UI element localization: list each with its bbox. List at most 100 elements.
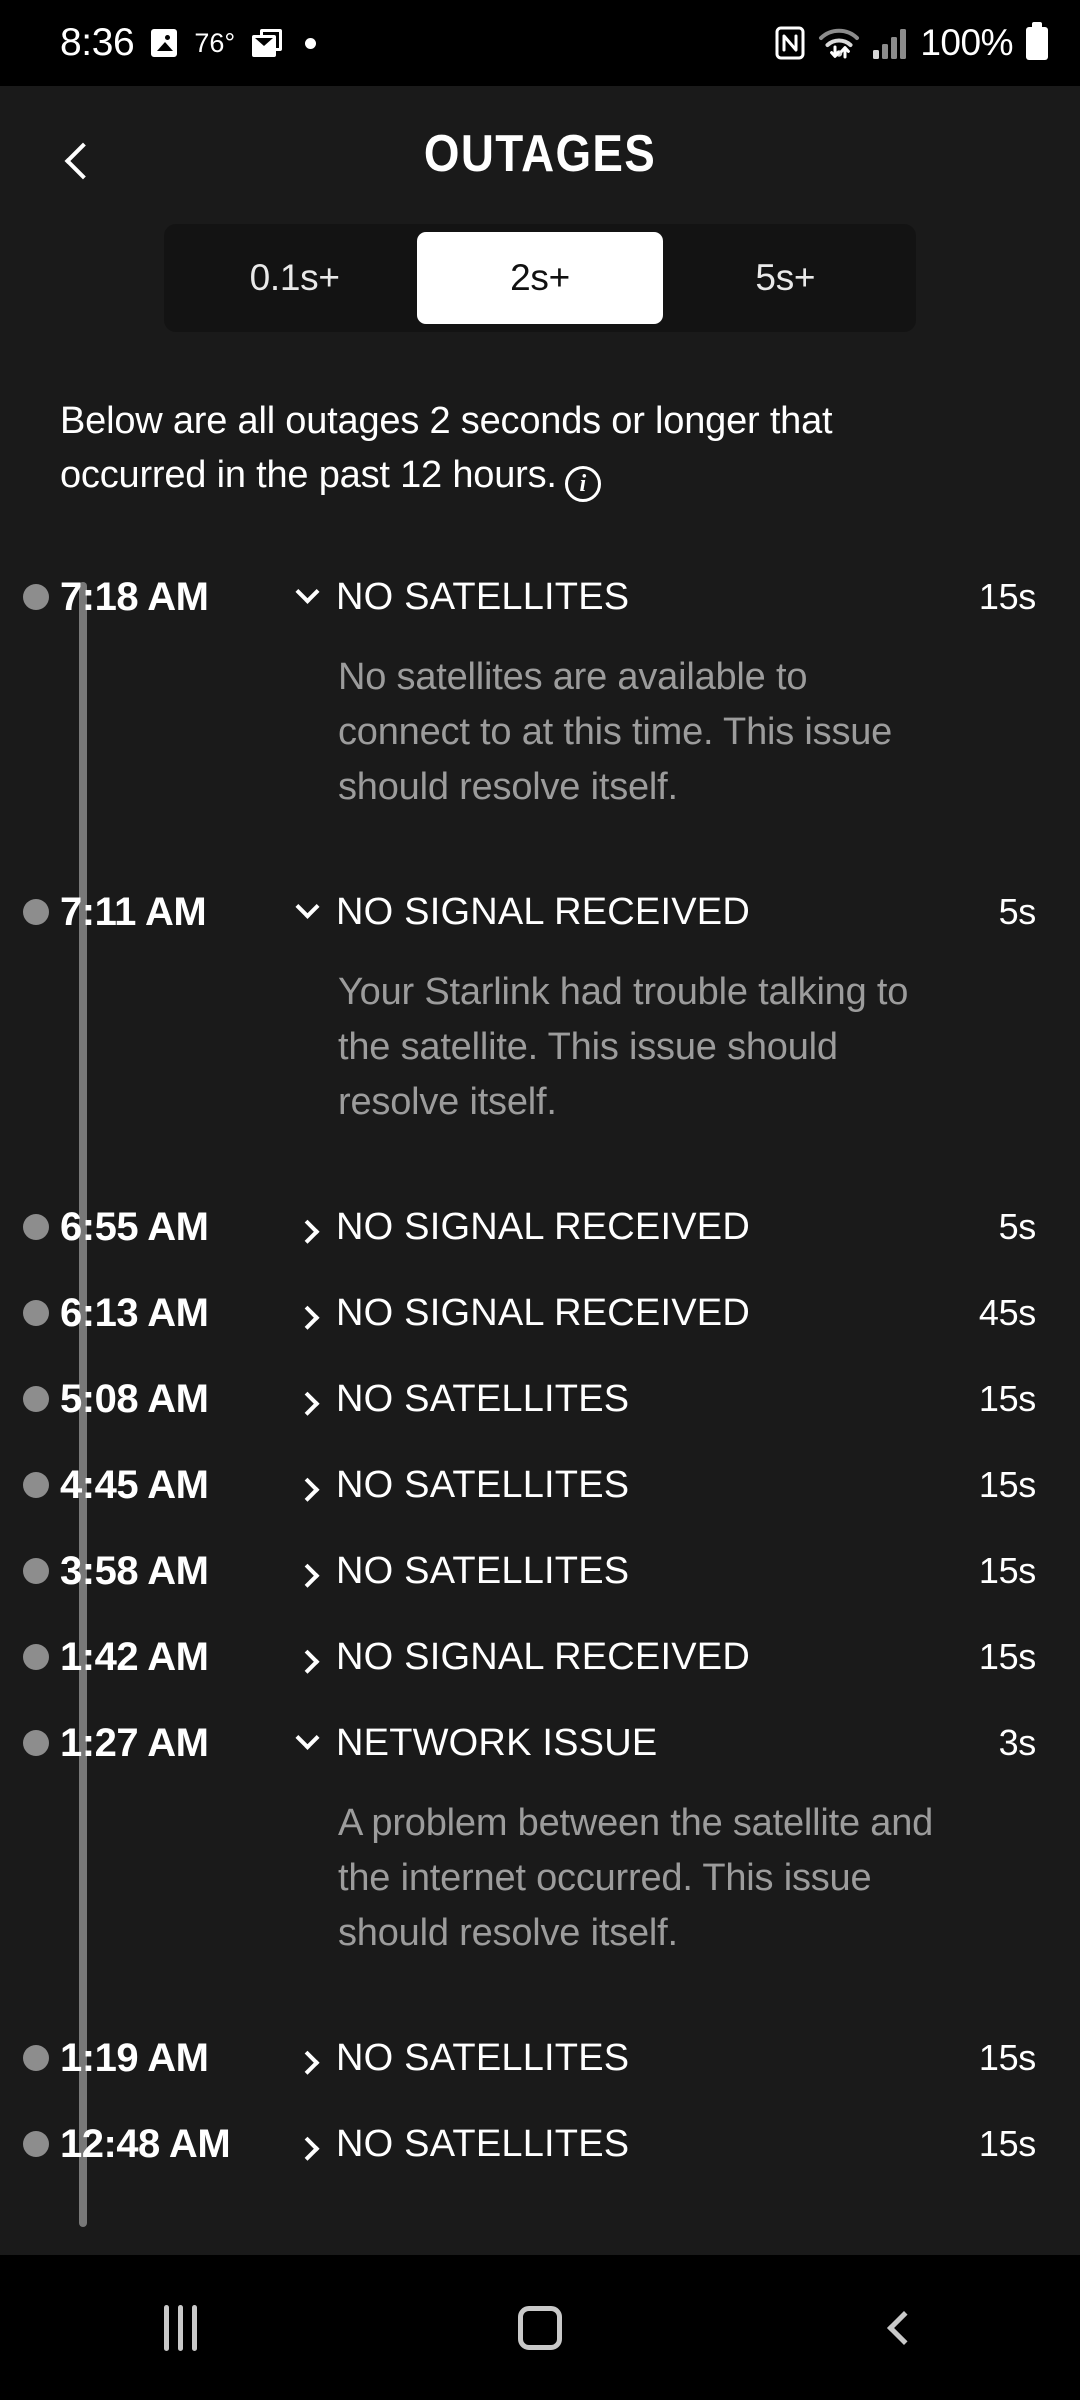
status-bar-left: 8:36 76°	[60, 21, 317, 65]
outage-time: 6:55 AM	[60, 1204, 209, 1249]
expand-toggle[interactable]	[278, 1305, 336, 1330]
chevron-right-icon	[294, 1305, 320, 1330]
expand-toggle[interactable]	[278, 1563, 336, 1588]
outage-duration: 15s	[978, 1464, 1036, 1505]
timeline-dot	[23, 899, 49, 925]
nav-back-button[interactable]	[825, 2255, 975, 2400]
chevron-right-icon	[294, 1391, 320, 1416]
outage-row-header[interactable]: 3:58 AM NO SATELLITES 15s	[23, 1528, 1036, 1614]
row-spacer	[0, 1985, 1080, 2015]
outage-row[interactable]: 7:11 AM NO SIGNAL RECEIVED 5s Your Starlink…	[0, 869, 1080, 1130]
status-bar: 8:36 76° 100%	[0, 0, 1080, 86]
expand-toggle[interactable]	[278, 894, 336, 921]
filter-bar: 0.1s+ 2s+ 5s+	[0, 224, 1080, 332]
outage-type: NO SIGNAL RECEIVED	[336, 1291, 750, 1334]
outage-duration: 15s	[978, 1636, 1036, 1677]
outage-row[interactable]: 4:45 AM NO SATELLITES 15s	[0, 1442, 1080, 1528]
expand-toggle[interactable]	[278, 579, 336, 606]
filter-option-0.1s[interactable]: 0.1s+	[172, 232, 417, 324]
outage-row[interactable]: 6:13 AM NO SIGNAL RECEIVED 45s	[0, 1270, 1080, 1356]
outage-time: 1:42 AM	[60, 1634, 209, 1679]
expand-toggle[interactable]	[278, 1391, 336, 1416]
row-spacer	[0, 1154, 1080, 1184]
nfc-icon	[775, 26, 805, 60]
expand-toggle[interactable]	[278, 2136, 336, 2161]
outage-row[interactable]: 12:48 AM NO SATELLITES 15s	[0, 2101, 1080, 2187]
timeline-dot	[23, 1386, 49, 1412]
outage-row[interactable]: 1:19 AM NO SATELLITES 15s	[0, 2015, 1080, 2101]
chevron-down-icon	[294, 579, 320, 604]
outage-duration: 15s	[978, 1550, 1036, 1591]
outage-time: 12:48 AM	[60, 2121, 231, 2166]
outage-row-header[interactable]: 6:13 AM NO SIGNAL RECEIVED 45s	[23, 1270, 1036, 1356]
outage-type: NETWORK ISSUE	[336, 1721, 658, 1764]
status-bar-right: 100%	[775, 21, 1048, 64]
timeline-dot	[23, 1558, 49, 1584]
timeline-dot	[23, 2045, 49, 2071]
expand-toggle[interactable]	[278, 1219, 336, 1244]
status-clock: 8:36	[60, 21, 135, 64]
outage-row-header[interactable]: 1:19 AM NO SATELLITES 15s	[23, 2015, 1036, 2101]
chevron-right-icon	[294, 2050, 320, 2075]
row-spacer	[0, 839, 1080, 869]
outage-time: 3:58 AM	[60, 1548, 209, 1593]
outage-row[interactable]: 1:27 AM NETWORK ISSUE 3s A problem between …	[0, 1700, 1080, 1961]
outage-time: 4:45 AM	[60, 1462, 209, 1507]
outage-detail: Your Starlink had trouble talking to the…	[338, 971, 909, 1123]
outage-type: NO SIGNAL RECEIVED	[336, 1205, 750, 1248]
outage-duration: 5s	[998, 891, 1037, 932]
expand-toggle[interactable]	[278, 1725, 336, 1752]
outage-row[interactable]: 3:58 AM NO SATELLITES 15s	[0, 1528, 1080, 1614]
outage-time: 1:27 AM	[60, 1720, 209, 1765]
outage-row-header[interactable]: 1:27 AM NETWORK ISSUE 3s	[23, 1700, 1036, 1786]
outage-row[interactable]: 5:08 AM NO SATELLITES 15s	[0, 1356, 1080, 1442]
outage-time: 1:19 AM	[60, 2035, 209, 2080]
outage-type: NO SATELLITES	[336, 2036, 630, 2079]
home-button[interactable]	[465, 2255, 615, 2400]
outage-duration: 5s	[998, 1206, 1037, 1247]
outage-row-header[interactable]: 7:11 AM NO SIGNAL RECEIVED 5s	[23, 869, 1037, 955]
timeline-dot	[23, 1214, 49, 1240]
outage-duration: 15s	[978, 1378, 1036, 1419]
outage-row-header[interactable]: 5:08 AM NO SATELLITES 15s	[23, 1356, 1036, 1442]
outage-list: 7:18 AM NO SATELLITES 15s No satellites are…	[0, 554, 1080, 2227]
expand-toggle[interactable]	[278, 1477, 336, 1502]
chevron-right-icon	[294, 1219, 320, 1244]
outage-row-header[interactable]: 12:48 AM NO SATELLITES 15s	[23, 2101, 1036, 2187]
phone-screen: 8:36 76° 100% OUTAGES 0.1s+ 2s+ 5s+ Belo…	[0, 0, 1080, 2400]
outage-row-header[interactable]: 4:45 AM NO SATELLITES 15s	[23, 1442, 1036, 1528]
outage-detail: A problem between the satellite and the …	[338, 1802, 934, 1954]
recents-icon	[163, 2304, 197, 2351]
outage-row-header[interactable]: 1:42 AM NO SIGNAL RECEIVED 15s	[23, 1614, 1036, 1700]
back-icon	[886, 2310, 921, 2345]
outage-row[interactable]: 7:18 AM NO SATELLITES 15s No satellites are…	[0, 554, 1080, 815]
outage-detail: No satellites are available to connect t…	[338, 656, 893, 808]
timeline-dot	[23, 2131, 49, 2157]
expand-toggle[interactable]	[278, 2050, 336, 2075]
filter-option-5s[interactable]: 5s+	[663, 232, 908, 324]
duration-filter-segmented-control[interactable]: 0.1s+ 2s+ 5s+	[164, 224, 916, 332]
status-temperature: 76°	[194, 27, 236, 58]
expand-toggle[interactable]	[278, 1649, 336, 1674]
outage-time: 7:11 AM	[60, 889, 207, 934]
timeline-dot	[23, 584, 49, 610]
recents-button[interactable]	[105, 2255, 255, 2400]
outage-row[interactable]: 6:55 AM NO SIGNAL RECEIVED 5s	[0, 1184, 1080, 1270]
system-navigation-bar	[0, 2255, 1080, 2400]
timeline-dot	[23, 1730, 49, 1756]
outage-type: NO SATELLITES	[336, 2122, 630, 2165]
outage-time: 5:08 AM	[60, 1376, 209, 1421]
filter-option-2s[interactable]: 2s+	[417, 232, 663, 324]
chevron-down-icon	[294, 894, 320, 919]
battery-icon	[1026, 21, 1048, 60]
outage-duration: 45s	[978, 1292, 1036, 1333]
app-bar: OUTAGES	[0, 86, 1080, 216]
outage-type: NO SIGNAL RECEIVED	[336, 1635, 750, 1678]
outage-row-header[interactable]: 7:18 AM NO SATELLITES 15s	[23, 554, 1036, 640]
info-icon[interactable]: i	[564, 466, 601, 502]
description-text: Below are all outages 2 seconds or longe…	[60, 394, 890, 502]
outage-row[interactable]: 1:42 AM NO SIGNAL RECEIVED 15s	[0, 1614, 1080, 1700]
outage-time: 6:13 AM	[60, 1290, 209, 1335]
cellular-signal-icon	[873, 29, 907, 59]
outage-row-header[interactable]: 6:55 AM NO SIGNAL RECEIVED 5s	[23, 1184, 1037, 1270]
